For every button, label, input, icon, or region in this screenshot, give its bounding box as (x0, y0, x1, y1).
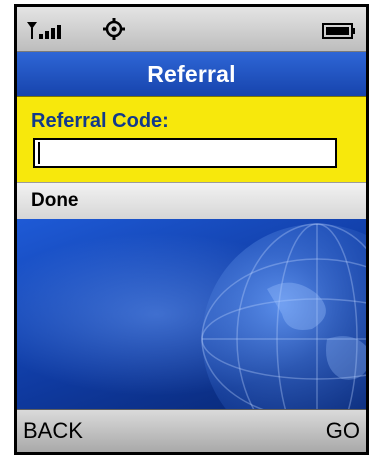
status-bar (17, 7, 366, 52)
screen-title-bar: Referral (17, 52, 366, 96)
go-softkey[interactable]: GO (326, 418, 360, 444)
referral-code-input[interactable] (33, 138, 337, 168)
screen-title: Referral (147, 60, 236, 87)
phone-frame: Referral Referral Code: Done BACK GO (14, 4, 369, 455)
battery-icon (322, 23, 355, 39)
done-label: Done (31, 190, 79, 211)
done-menu-item[interactable]: Done (17, 182, 366, 220)
referral-form: Referral Code: (17, 96, 366, 183)
wallpaper (17, 219, 366, 410)
globe-graphic (201, 223, 366, 410)
text-caret (38, 142, 40, 164)
softkey-bar: BACK GO (17, 409, 366, 452)
referral-code-label: Referral Code: (31, 110, 169, 132)
gear-icon (103, 18, 125, 40)
signal-strength-icon (27, 22, 61, 39)
back-softkey[interactable]: BACK (23, 418, 83, 444)
phone-screen: Referral Referral Code: Done BACK GO (17, 7, 366, 452)
